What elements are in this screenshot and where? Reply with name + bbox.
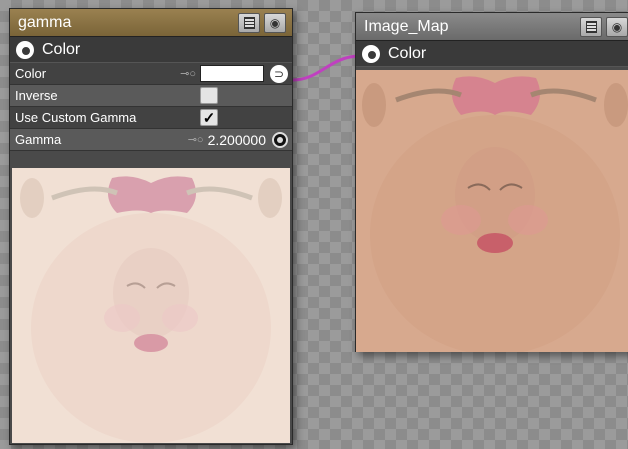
image-map-node-title: Image_Map [364,17,449,35]
gamma-preview-image [12,168,290,443]
input-plug-icon[interactable]: ⊃ [270,64,288,83]
gamma-output-row[interactable]: Color [10,37,292,63]
color-property-row: Color ⊸○ ⊃ [10,63,292,85]
parameters-button[interactable] [580,16,602,37]
gamma-node[interactable]: gamma ◉ Color Color ⊸○ ⊃ Inverse Use Cus… [9,8,293,445]
use-custom-gamma-row: Use Custom Gamma ✓ [10,107,292,129]
gamma-node-titlebar[interactable]: gamma ◉ [10,9,292,37]
radio-icon[interactable] [272,131,288,148]
list-icon [243,16,255,29]
use-custom-gamma-checkbox[interactable]: ✓ [200,109,218,127]
eye-icon: ◉ [611,19,623,34]
gamma-property-row: Gamma ⊸○ 2.200000 [10,129,292,151]
list-icon [585,20,597,33]
output-plug-icon[interactable] [362,44,380,63]
color-property-label: Color [15,66,47,81]
use-custom-gamma-label: Use Custom Gamma [15,110,137,125]
inverse-checkbox[interactable] [200,87,218,104]
image-map-node-titlebar[interactable]: Image_Map ◉ [356,13,628,41]
parameters-button[interactable] [238,12,260,33]
preview-toggle-button[interactable]: ◉ [606,16,628,37]
image-map-preview-image [356,70,628,352]
image-map-output-row[interactable]: Color [356,41,628,67]
preview-toggle-button[interactable]: ◉ [264,12,286,33]
image-map-output-label: Color [388,44,427,62]
gamma-property-label: Gamma [15,132,62,147]
image-map-node[interactable]: Image_Map ◉ Color [355,12,628,352]
inverse-property-label: Inverse [15,88,58,103]
gamma-output-label: Color [42,40,81,58]
key-icon[interactable]: ⊸○ [188,133,204,146]
inverse-property-row: Inverse [10,85,292,107]
face-texture-preview [356,70,628,352]
output-plug-icon[interactable] [16,40,34,59]
gamma-node-title: gamma [18,13,72,31]
face-texture-preview [12,168,290,443]
eye-icon: ◉ [269,15,281,30]
gamma-value-field[interactable]: 2.200000 [208,132,266,148]
color-swatch[interactable] [200,65,264,82]
key-icon[interactable]: ⊸○ [180,67,196,80]
